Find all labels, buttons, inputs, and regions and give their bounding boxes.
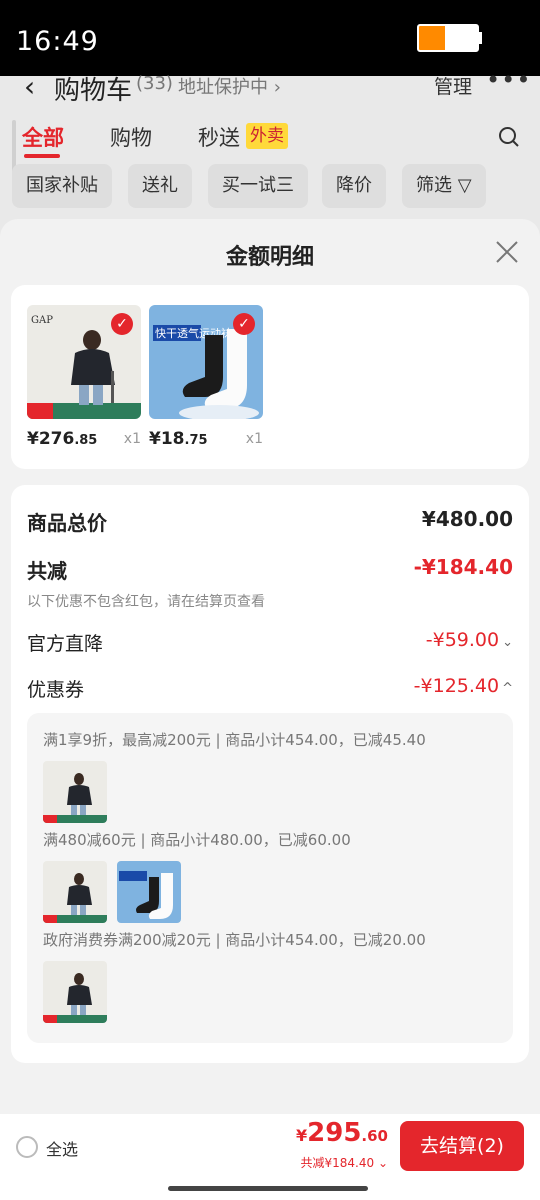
checkout-button[interactable]: 去结算(2) bbox=[400, 1121, 524, 1171]
chevron-up-icon: ^ bbox=[502, 681, 513, 696]
active-tab-underline bbox=[24, 154, 60, 158]
checked-icon[interactable]: ✓ bbox=[111, 313, 133, 335]
cart-title: 购物车 bbox=[54, 76, 133, 106]
row-reduce: 共减 -¥184.40 bbox=[27, 555, 513, 585]
coupon-rule: 满480减60元 | 商品小计480.00，已减60.00 bbox=[43, 831, 351, 849]
checked-icon[interactable]: ✓ bbox=[233, 313, 255, 335]
select-all-radio[interactable] bbox=[16, 1136, 38, 1158]
reduce-label: 共减 bbox=[27, 559, 67, 583]
select-all-label[interactable]: 全选 bbox=[46, 1136, 78, 1160]
chip-price-drop[interactable]: 降价 bbox=[322, 164, 386, 208]
product-image: GAP ✓ bbox=[27, 305, 141, 419]
coupon-product-thumb bbox=[43, 961, 107, 1023]
direct-label: 官方直降 bbox=[27, 633, 104, 655]
close-icon[interactable] bbox=[494, 239, 520, 265]
tab-shopping[interactable]: 购物 bbox=[110, 122, 152, 152]
clock: 16:49 bbox=[16, 26, 99, 57]
coupon-product-thumb bbox=[43, 761, 107, 823]
coupon-rule: 满1享9折，最高减200元 | 商品小计454.00，已减45.40 bbox=[43, 731, 426, 749]
sheet-title: 金额明细 bbox=[225, 245, 314, 270]
product-quantity: x1 bbox=[123, 431, 141, 447]
price-integer: ¥276 bbox=[27, 429, 75, 449]
coupon-value: -¥125.40 ^ bbox=[414, 675, 513, 697]
cart-page-background: ‹ 购物车 (33) 地址保护中 › 管理 ••• 全部 购物 秒送 外卖 国家… bbox=[0, 66, 540, 226]
more-icon[interactable]: ••• bbox=[486, 66, 531, 94]
reduce-value: -¥184.40 bbox=[413, 555, 513, 579]
battery-level bbox=[419, 26, 446, 50]
coupon-amount: -¥125.40 bbox=[413, 675, 500, 697]
product-gap-jacket[interactable]: GAP ✓ ¥276.85 x1 bbox=[27, 305, 141, 449]
selected-products-card: GAP ✓ ¥276.85 x1 快干透气运动袜 ✓ ¥18.75 x1 bbox=[11, 285, 529, 469]
chevron-down-icon: ⌄ bbox=[502, 635, 513, 650]
total-integer: 295 bbox=[307, 1118, 362, 1148]
discount-hint: 以下优惠不包含红包，请在结算页查看 bbox=[27, 594, 265, 610]
chip-national-subsidy[interactable]: 国家补贴 bbox=[12, 164, 112, 208]
chevron-down-icon: ⌄ bbox=[377, 1156, 388, 1170]
product-quantity: x1 bbox=[245, 431, 263, 447]
home-indicator bbox=[168, 1186, 368, 1191]
total-value: ¥480.00 bbox=[421, 507, 513, 531]
saved-text: 共减¥184.40 bbox=[300, 1156, 375, 1170]
checkout-bar: 全选 ¥295.60 共减¥184.40 ⌄ 去结算(2) bbox=[0, 1114, 540, 1200]
battery-icon bbox=[417, 24, 479, 52]
row-direct-discount[interactable]: 官方直降 -¥59.00 ⌄ bbox=[27, 629, 513, 659]
coupon-rule: 政府消费券满200减20元 | 商品小计454.00，已减20.00 bbox=[43, 931, 426, 949]
chip-try-three[interactable]: 买一试三 bbox=[208, 164, 308, 208]
tab-all[interactable]: 全部 bbox=[22, 122, 64, 152]
price-decimal: .85 bbox=[74, 433, 98, 448]
saved-amount[interactable]: 共减¥184.40 ⌄ bbox=[300, 1154, 388, 1171]
coupon-list: 满1享9折，最高减200元 | 商品小计454.00，已减45.40 满480减… bbox=[27, 713, 513, 1043]
cart-count: (33) bbox=[136, 73, 173, 94]
coupon-product-thumb bbox=[117, 861, 181, 923]
back-icon[interactable]: ‹ bbox=[24, 70, 35, 103]
cart-header: ‹ 购物车 (33) 地址保护中 › 管理 ••• bbox=[0, 66, 540, 106]
price-integer: ¥18 bbox=[149, 429, 185, 449]
payable-total: ¥295.60 bbox=[296, 1118, 388, 1148]
search-icon[interactable] bbox=[498, 126, 520, 148]
row-total: 商品总价 ¥480.00 bbox=[27, 507, 513, 537]
chip-gift[interactable]: 送礼 bbox=[128, 164, 192, 208]
chip-filter[interactable]: 筛选 ▽ bbox=[402, 164, 486, 208]
chip-filter-label: 筛选 bbox=[416, 175, 452, 196]
tab-express[interactable]: 秒送 bbox=[198, 122, 240, 152]
product-price: ¥18.75 bbox=[149, 429, 208, 449]
row-coupon[interactable]: 优惠券 -¥125.40 ^ bbox=[27, 675, 513, 705]
brand-logo: GAP bbox=[31, 315, 53, 326]
direct-value: -¥59.00 ⌄ bbox=[426, 629, 513, 651]
product-price: ¥276.85 bbox=[27, 429, 97, 449]
battery-tip bbox=[479, 32, 482, 44]
coupon-label: 优惠券 bbox=[27, 679, 85, 701]
direct-amount: -¥59.00 bbox=[425, 629, 500, 651]
total-decimal: .60 bbox=[361, 1127, 388, 1145]
status-bar: 16:49 bbox=[0, 0, 540, 76]
coupon-product-thumb bbox=[43, 861, 107, 923]
takeout-badge: 外卖 bbox=[246, 123, 288, 149]
product-sport-socks[interactable]: 快干透气运动袜 ✓ ¥18.75 x1 bbox=[149, 305, 263, 449]
product-image: 快干透气运动袜 ✓ bbox=[149, 305, 263, 419]
total-label: 商品总价 bbox=[27, 511, 107, 535]
price-decimal: .75 bbox=[184, 433, 208, 448]
manage-button[interactable]: 管理 bbox=[434, 72, 472, 99]
amount-detail-sheet: 金额明细 GAP ✓ ¥276.85 x1 快干透气运动袜 ✓ ¥18.75 x… bbox=[0, 219, 540, 1114]
address-protect[interactable]: 地址保护中 › bbox=[178, 73, 281, 99]
amount-breakdown-card: 商品总价 ¥480.00 共减 -¥184.40 以下优惠不包含红包，请在结算页… bbox=[11, 485, 529, 1063]
currency-symbol: ¥ bbox=[296, 1126, 308, 1145]
